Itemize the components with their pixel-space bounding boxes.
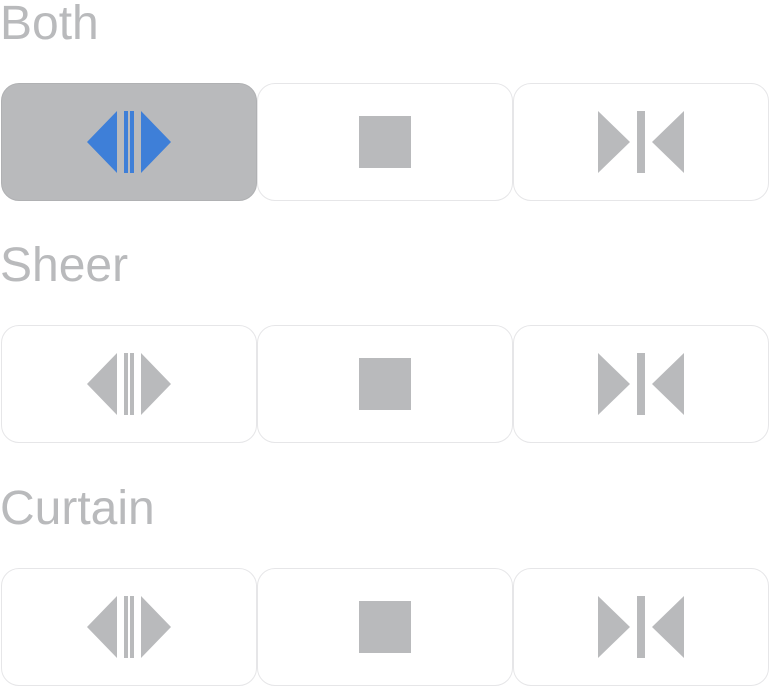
curtain-close-button[interactable] [513,568,769,686]
group-label-both: Both [0,0,99,50]
open-icon [87,111,171,173]
both-close-button[interactable] [513,83,769,201]
curtain-open-button[interactable] [1,568,257,686]
stop-icon [359,601,411,653]
close-icon [598,353,684,415]
sheer-close-button[interactable] [513,325,769,443]
stop-icon [359,358,411,410]
both-open-button[interactable] [1,83,257,201]
button-row-sheer [1,325,769,443]
curtain-stop-button[interactable] [257,568,513,686]
open-icon [87,353,171,415]
open-icon [87,596,171,658]
sheer-stop-button[interactable] [257,325,513,443]
stop-icon [359,116,411,168]
button-row-curtain [1,568,769,686]
group-label-curtain: Curtain [0,482,155,535]
close-icon [598,596,684,658]
sheer-open-button[interactable] [1,325,257,443]
group-label-sheer: Sheer [0,239,129,292]
close-icon [598,111,684,173]
both-stop-button[interactable] [257,83,513,201]
button-row-both [1,83,769,201]
